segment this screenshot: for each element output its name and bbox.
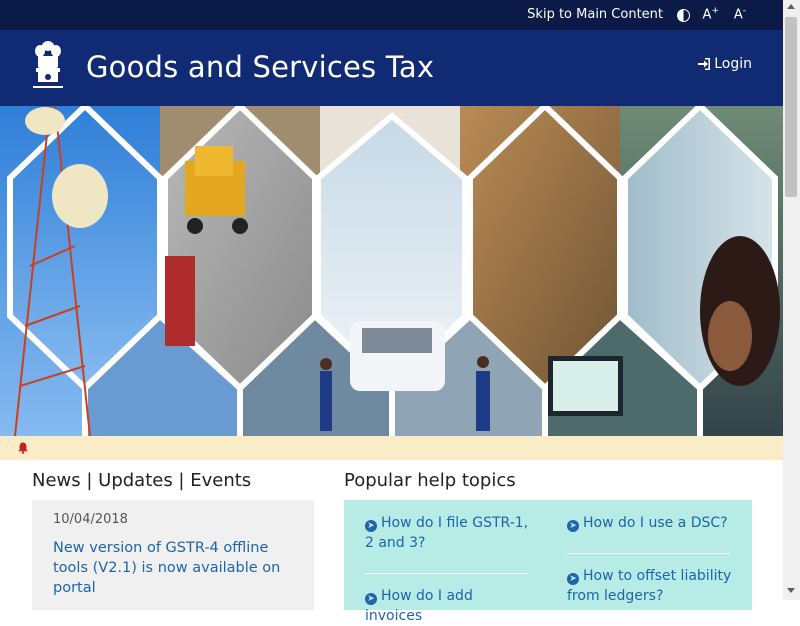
skip-to-main-content-link[interactable]: Skip to Main Content: [527, 7, 663, 22]
site-header: Goods and Services Tax Login: [0, 30, 783, 106]
contrast-toggle-icon[interactable]: [677, 9, 690, 22]
arrow-circle-right-icon: ➤: [567, 573, 579, 585]
help-section-heading: Popular help topics: [344, 470, 516, 491]
divider: [365, 573, 528, 574]
scroll-down-arrow-icon[interactable]: [787, 588, 795, 593]
news-section-heading: News | Updates | Events: [32, 470, 252, 491]
scroll-up-arrow-icon[interactable]: [787, 4, 795, 9]
divider: [567, 553, 730, 554]
help-topics-panel: ➤ How do I file GSTR-1, 2 and 3? ➤ How do …: [344, 500, 752, 624]
help-topic-link-offset[interactable]: ➤ How to offset liability from ledgers?: [567, 566, 737, 606]
arrow-circle-right-icon: ➤: [567, 520, 579, 532]
font-increase-button[interactable]: A+: [703, 6, 719, 22]
news-panel: 10/04/2018 New version of GSTR-4 offline…: [32, 500, 314, 610]
font-decrease-button[interactable]: A-: [734, 6, 746, 22]
help-topic-link-dsc[interactable]: ➤ How do I use a DSC?: [567, 513, 737, 533]
login-label: Login: [714, 56, 752, 72]
hexagon-photo-collage: [0, 106, 783, 436]
help-topic-label: How do I add invoices: [365, 588, 473, 624]
help-topic-link-invoices[interactable]: ➤ How do I add invoices: [365, 586, 530, 626]
page-scrollbar[interactable]: [783, 0, 800, 600]
site-title[interactable]: Goods and Services Tax: [86, 50, 434, 84]
announcement-bar: [0, 436, 783, 460]
national-emblem-icon: [33, 41, 63, 88]
arrow-circle-right-icon: ➤: [365, 520, 377, 532]
top-utility-bar: Skip to Main Content A+ A-: [0, 0, 783, 30]
sign-in-icon: [698, 58, 711, 70]
bell-icon: [18, 442, 28, 454]
help-topic-link-gstr[interactable]: ➤ How do I file GSTR-1, 2 and 3?: [365, 513, 530, 553]
scrollbar-thumb[interactable]: [785, 17, 797, 197]
login-link[interactable]: Login: [698, 56, 752, 72]
help-topic-label: How to offset liability from ledgers?: [567, 568, 732, 604]
help-topic-label: How do I file GSTR-1, 2 and 3?: [365, 515, 529, 551]
news-item-link[interactable]: New version of GSTR-4 offline tools (V2.…: [53, 538, 288, 598]
help-topic-label: How do I use a DSC?: [583, 515, 728, 531]
news-date: 10/04/2018: [53, 512, 128, 527]
arrow-circle-right-icon: ➤: [365, 593, 377, 605]
hero-banner: [0, 106, 783, 436]
